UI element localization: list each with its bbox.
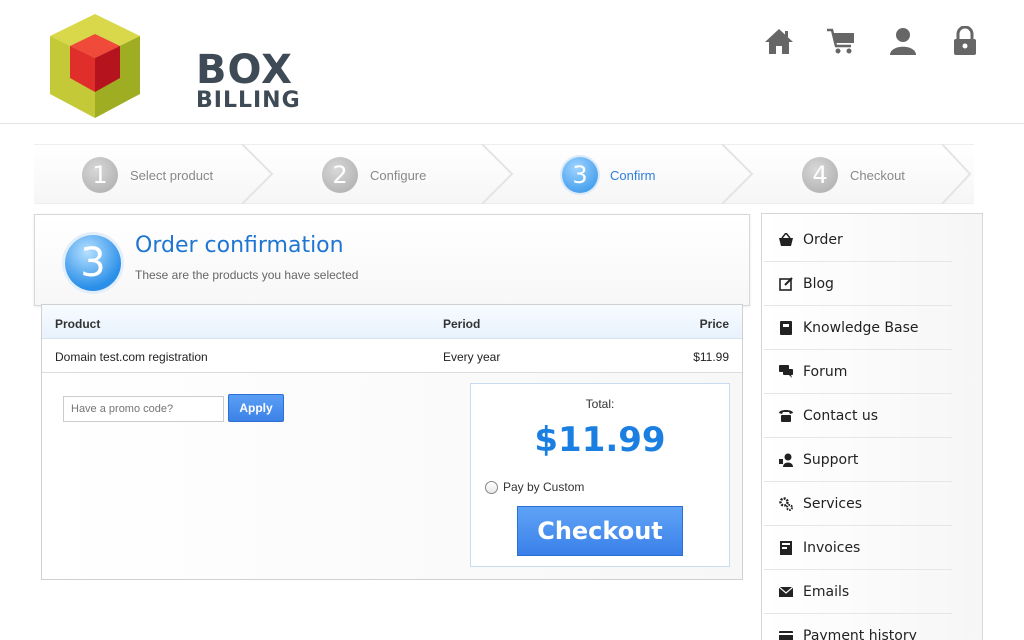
confirmation-step-badge: 3 (65, 235, 121, 291)
invoice-icon (779, 540, 793, 555)
total-box: Total: $11.99 Pay by Custom Checkout (470, 383, 730, 567)
cube-logo-icon (50, 14, 140, 118)
logo-line-2: BILLING (196, 88, 301, 113)
sidebar-item-label: Contact us (803, 407, 879, 424)
product-cell: Domain test.com registration (55, 350, 208, 364)
step-label: Confirm (610, 168, 656, 183)
step-number: 4 (802, 157, 838, 193)
sidebar-item-support[interactable]: Support (764, 438, 952, 482)
logo-text: BOX BILLING (196, 50, 301, 112)
total-amount: $11.99 (534, 420, 666, 460)
products-table: Product Period Price Domain test.com reg… (41, 304, 743, 580)
total-label: Total: (585, 397, 615, 411)
page-title: Order confirmation (135, 233, 344, 258)
sidebar-item-label: Knowledge Base (803, 319, 919, 336)
checkout-button[interactable]: Checkout (517, 506, 683, 556)
payment-radio[interactable] (485, 480, 498, 494)
sidebar-item-knowledge-base[interactable]: Knowledge Base (764, 306, 952, 350)
column-header-product: Product (55, 317, 101, 331)
sidebar-item-label: Emails (803, 583, 850, 600)
home-icon[interactable] (762, 24, 796, 58)
sidebar-item-label: Support (803, 451, 859, 468)
step-configure[interactable]: 2 Configure (274, 144, 514, 204)
confirmation-header: 3 Order confirmation These are the produ… (34, 214, 750, 306)
promo-code-input[interactable] (63, 396, 224, 422)
sidebar-item-payment-history[interactable]: Payment history (764, 614, 952, 640)
logo[interactable]: BOX BILLING (40, 12, 300, 124)
edit-icon (779, 276, 793, 291)
sidebar-item-order[interactable]: Order (764, 218, 952, 262)
checkout-steps: 1 Select product 2 Configure 3 Confirm 4… (34, 144, 974, 204)
sidebar-item-label: Order (803, 231, 843, 248)
phone-icon (779, 409, 793, 423)
basket-icon (779, 233, 793, 247)
sidebar-item-contact-us[interactable]: Contact us (764, 394, 952, 438)
sidebar-item-invoices[interactable]: Invoices (764, 526, 952, 570)
promo-and-total-area: Apply Total: $11.99 Pay by Custom Checko… (42, 373, 742, 579)
sidebar-item-blog[interactable]: Blog (764, 262, 952, 306)
step-label: Configure (370, 168, 427, 183)
column-header-period: Period (443, 317, 481, 331)
payment-option-label: Pay by Custom (503, 480, 585, 494)
step-number: 1 (82, 157, 118, 193)
book-icon (779, 320, 793, 335)
apply-promo-button[interactable]: Apply (228, 394, 284, 422)
step-label: Checkout (850, 168, 905, 183)
mail-icon (779, 585, 793, 599)
top-nav (762, 24, 982, 58)
sidebar-item-label: Invoices (803, 539, 861, 556)
step-checkout[interactable]: 4 Checkout (754, 144, 974, 204)
cart-icon[interactable] (824, 24, 858, 58)
sidebar-item-label: Blog (803, 275, 834, 292)
step-number: 2 (322, 157, 358, 193)
step-number: 3 (562, 157, 598, 193)
payment-icon (779, 629, 793, 640)
chat-icon (779, 365, 793, 379)
sidebar-item-label: Services (803, 495, 863, 512)
support-icon (779, 453, 793, 467)
sidebar-item-emails[interactable]: Emails (764, 570, 952, 614)
step-select-product[interactable]: 1 Select product (34, 144, 274, 204)
order-confirmation-panel: 3 Order confirmation These are the produ… (34, 214, 750, 580)
gears-icon (779, 496, 793, 511)
column-header-price: Price (699, 317, 729, 331)
sidebar-item-services[interactable]: Services (764, 482, 952, 526)
sidebar-item-label: Forum (803, 363, 848, 380)
table-header: Product Period Price (42, 305, 742, 339)
sidebar-item-forum[interactable]: Forum (764, 350, 952, 394)
period-cell: Every year (443, 350, 501, 364)
step-confirm[interactable]: 3 Confirm (514, 144, 754, 204)
user-icon[interactable] (886, 24, 920, 58)
logo-line-1: BOX (196, 47, 293, 93)
page-subtitle: These are the products you have selected (135, 268, 359, 282)
pay-by-custom-option[interactable]: Pay by Custom (485, 480, 584, 494)
sidebar-item-label: Payment history (803, 627, 917, 640)
header: BOX BILLING (0, 0, 1024, 124)
price-cell: $11.99 (693, 350, 729, 364)
lock-icon[interactable] (948, 24, 982, 58)
sidebar-menu: Order Blog Knowledge Base Forum Contact … (761, 213, 983, 640)
step-label: Select product (130, 168, 214, 183)
table-row: Domain test.com registration Every year … (42, 339, 742, 373)
